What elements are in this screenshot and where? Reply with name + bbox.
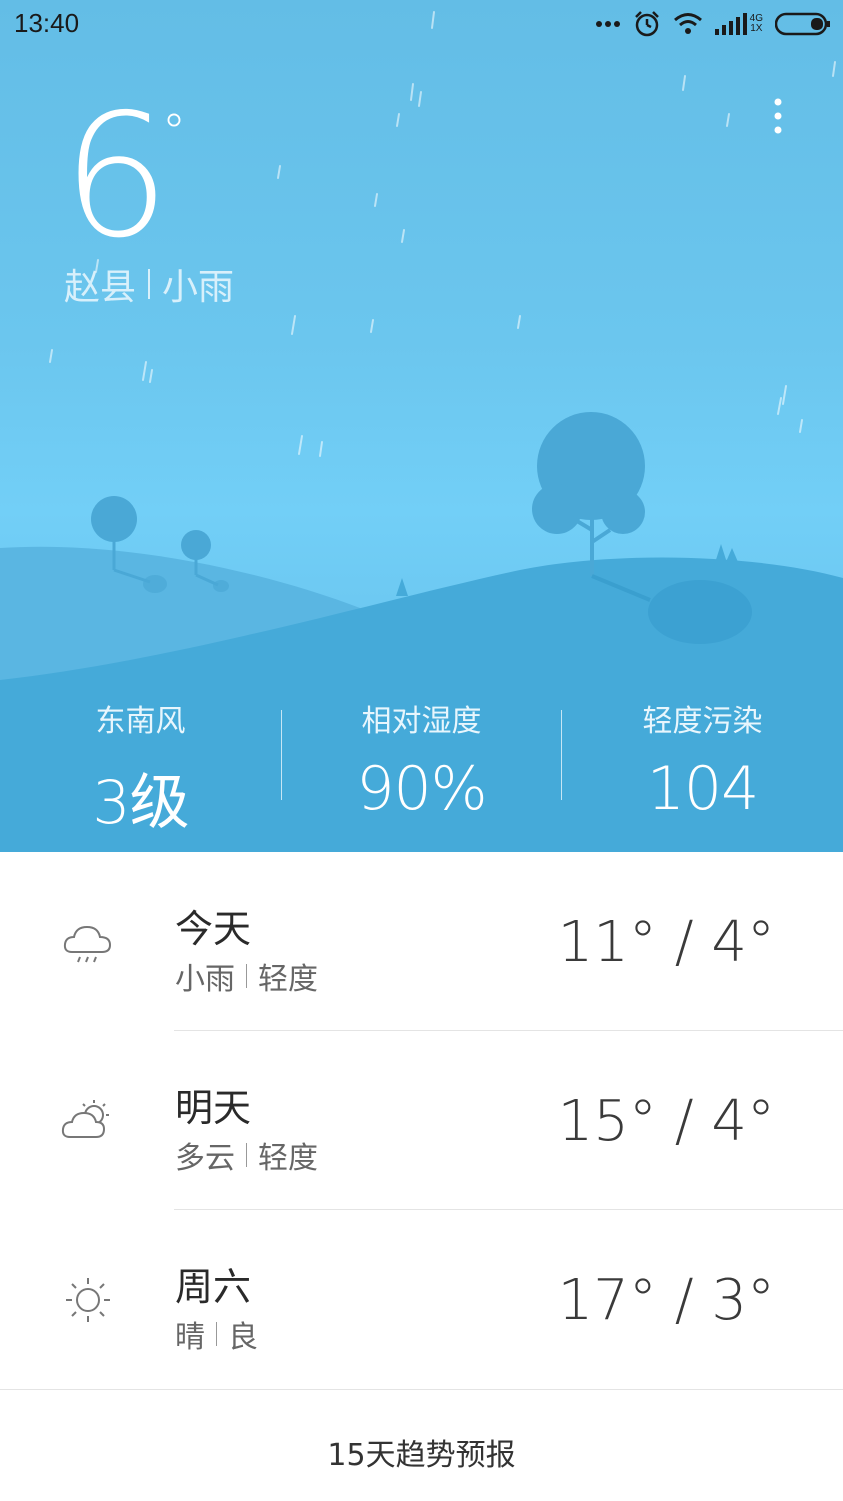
forecast-weather: 晴	[175, 1320, 205, 1355]
forecast-row-today[interactable]: 今天 小雨 轻度 11° / 4°	[0, 852, 843, 1031]
trend-forecast-button[interactable]: 15天趋势预报	[0, 1389, 843, 1501]
status-bar: 13:40 4G 1X	[0, 0, 843, 48]
trend-label: 15天趋势预报	[327, 1438, 516, 1473]
current-temperature: 6	[62, 78, 170, 276]
stat-label: 东南风	[95, 704, 186, 739]
stat-value: 3级	[92, 768, 189, 838]
detail-separator	[216, 1322, 217, 1346]
forecast-list: 今天 小雨 轻度 11° / 4° 明天 多云 轻度 15° / 4° 周六 晴…	[0, 852, 843, 1389]
alarm-icon	[633, 10, 661, 38]
degree-symbol: °	[162, 104, 186, 160]
status-time: 13:40	[14, 8, 80, 38]
battery-icon	[775, 12, 831, 36]
stat-air-quality[interactable]: 轻度污染 104	[562, 690, 843, 824]
forecast-temp: 17° / 3°	[557, 1268, 775, 1333]
forecast-row-tomorrow[interactable]: 明天 多云 轻度 15° / 4°	[0, 1031, 843, 1210]
location-condition[interactable]: 赵县 小雨	[64, 258, 234, 310]
rain-drops	[49, 11, 836, 457]
stat-humidity[interactable]: 相对湿度 90%	[281, 690, 562, 824]
forecast-temp: 15° / 4°	[557, 1089, 775, 1154]
forecast-weather: 小雨	[175, 962, 235, 997]
stat-label: 相对湿度	[361, 704, 482, 739]
stat-value: 90%	[356, 754, 487, 824]
detail-separator	[246, 1143, 247, 1167]
forecast-details: 晴 良	[175, 1312, 258, 1356]
weather-hero: 13:40 4G 1X 6 ° 赵县 小雨 东南风 3级 相对湿度 90% 轻度…	[0, 0, 843, 852]
wifi-icon	[673, 12, 703, 36]
current-condition: 小雨	[162, 267, 235, 308]
forecast-row-saturday[interactable]: 周六 晴 良 17° / 3°	[0, 1210, 843, 1389]
stat-wind[interactable]: 东南风 3级	[0, 690, 281, 838]
weather-stats: 东南风 3级 相对湿度 90% 轻度污染 104	[0, 690, 843, 838]
network-sub: 1X	[750, 23, 763, 34]
rain-cloud-icon	[58, 912, 118, 972]
location-separator	[148, 269, 151, 299]
forecast-day: 周六	[175, 1265, 252, 1309]
forecast-details: 小雨 轻度	[175, 954, 318, 998]
forecast-day: 今天	[175, 907, 252, 951]
forecast-day: 明天	[175, 1086, 252, 1130]
city-name: 赵县	[64, 267, 137, 308]
forecast-weather: 多云	[175, 1141, 235, 1176]
detail-separator	[246, 964, 247, 988]
more-vertical-icon	[774, 98, 782, 134]
forecast-air: 良	[228, 1320, 258, 1355]
forecast-details: 多云 轻度	[175, 1133, 318, 1177]
stat-divider	[281, 710, 282, 800]
status-icons: 4G 1X	[595, 8, 831, 40]
sun-icon	[58, 1270, 118, 1330]
signal-icon: 4G 1X	[714, 13, 763, 35]
stat-label: 轻度污染	[642, 704, 763, 739]
stat-value: 104	[646, 754, 760, 824]
partly-cloudy-icon	[58, 1091, 118, 1151]
dots-icon	[595, 19, 621, 29]
forecast-air: 轻度	[258, 1141, 318, 1176]
forecast-air: 轻度	[258, 962, 318, 997]
forecast-temp: 11° / 4°	[557, 910, 775, 975]
more-menu-button[interactable]	[760, 92, 796, 140]
